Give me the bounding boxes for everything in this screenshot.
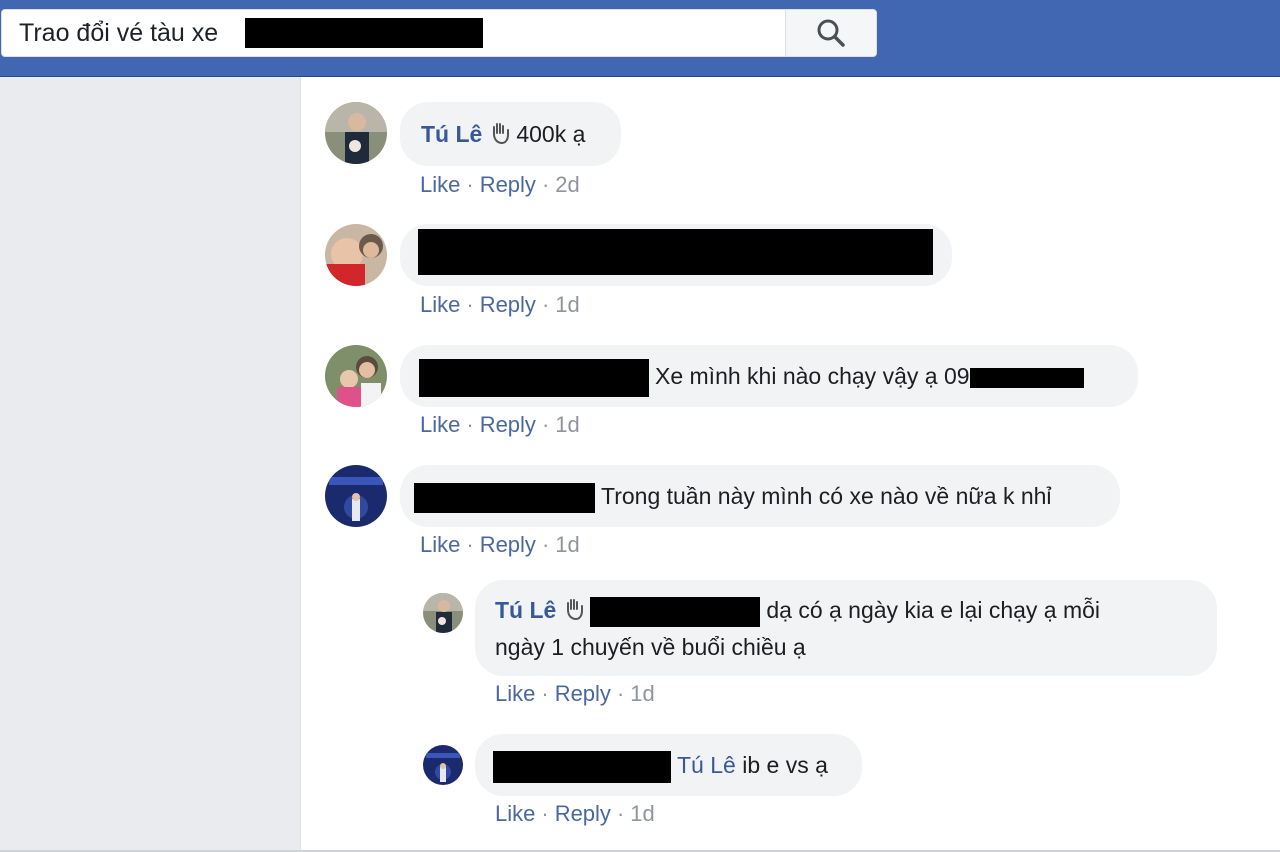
reply-link[interactable]: Reply xyxy=(555,681,611,706)
left-panel xyxy=(0,77,300,852)
like-link[interactable]: Like xyxy=(495,681,535,706)
avatar[interactable] xyxy=(423,593,463,633)
reply-bubble: Tú Lê dạ có ạ ngày kia e lại chạy ạ mỗi n… xyxy=(475,580,1217,676)
search-input[interactable]: Trao đổi vé tàu xe xyxy=(19,19,218,48)
reply-link[interactable]: Reply xyxy=(480,412,536,437)
comment-bubble: Xe mình khi nào chạy vậy ạ 09 xyxy=(400,345,1138,407)
comment-actions: Like · Reply · 1d xyxy=(420,532,580,557)
timestamp[interactable]: 1d xyxy=(630,801,654,826)
author-name[interactable]: Tú Lê xyxy=(495,597,556,623)
timestamp[interactable]: 1d xyxy=(630,681,654,706)
search-button[interactable] xyxy=(785,10,876,56)
reply-link[interactable]: Reply xyxy=(480,532,536,557)
reply-actions: Like · Reply · 1d xyxy=(495,801,655,826)
comment-bubble: Tú Lê 400k ạ xyxy=(400,102,621,166)
comment-actions: Like · Reply · 1d xyxy=(420,412,580,437)
author-name[interactable]: Tú Lê xyxy=(421,121,482,147)
reply-text-line2: ngày 1 chuyến về buổi chiều ạ xyxy=(495,634,806,660)
like-link[interactable]: Like xyxy=(420,292,460,317)
like-link[interactable]: Like xyxy=(495,801,535,826)
redacted-block xyxy=(418,229,933,275)
reply-link[interactable]: Reply xyxy=(555,801,611,826)
redacted-name xyxy=(419,359,649,397)
avatar[interactable] xyxy=(325,465,387,527)
timestamp[interactable]: 1d xyxy=(555,412,579,437)
comment-text: Xe mình khi nào chạy vậy ạ 09 xyxy=(655,363,970,390)
mention-tag[interactable]: Tú Lê xyxy=(677,752,736,778)
reply-link[interactable]: Reply xyxy=(480,292,536,317)
reply-actions: Like · Reply · 1d xyxy=(495,681,655,706)
comment-text: Trong tuần này mình có xe nào về nữa k n… xyxy=(601,483,1052,509)
timestamp[interactable]: 1d xyxy=(555,532,579,557)
search-box[interactable]: Trao đổi vé tàu xe xyxy=(1,9,877,57)
avatar[interactable] xyxy=(325,102,387,164)
like-link[interactable]: Like xyxy=(420,532,460,557)
like-link[interactable]: Like xyxy=(420,172,460,197)
timestamp[interactable]: 1d xyxy=(555,292,579,317)
redacted-name xyxy=(493,750,671,783)
avatar[interactable] xyxy=(325,345,387,407)
redacted-name xyxy=(414,482,595,513)
comment-bubble xyxy=(400,224,952,286)
redacted-phone xyxy=(969,368,1084,388)
redacted-block xyxy=(245,18,483,48)
avatar[interactable] xyxy=(325,224,387,286)
reply-text: ib e vs ạ xyxy=(742,752,828,778)
comment-actions: Like · Reply · 1d xyxy=(420,292,580,317)
comment-bubble: Trong tuần này mình có xe nào về nữa k n… xyxy=(400,465,1120,527)
search-icon xyxy=(817,19,845,47)
timestamp[interactable]: 2d xyxy=(555,172,579,197)
redacted-name xyxy=(590,596,761,627)
reply-text-line1: dạ có ạ ngày kia e lại chạy ạ mỗi xyxy=(766,597,1101,623)
avatar[interactable] xyxy=(423,745,463,785)
wave-hand-icon xyxy=(562,596,586,630)
reply-link[interactable]: Reply xyxy=(480,172,536,197)
comment-actions: Like · Reply · 2d xyxy=(420,172,580,197)
top-bar: Trao đổi vé tàu xe xyxy=(0,0,1280,77)
reply-bubble: Tú Lê ib e vs ạ xyxy=(475,734,862,796)
comment-text: 400k ạ xyxy=(516,121,586,147)
wave-hand-icon xyxy=(488,120,512,154)
like-link[interactable]: Like xyxy=(420,412,460,437)
